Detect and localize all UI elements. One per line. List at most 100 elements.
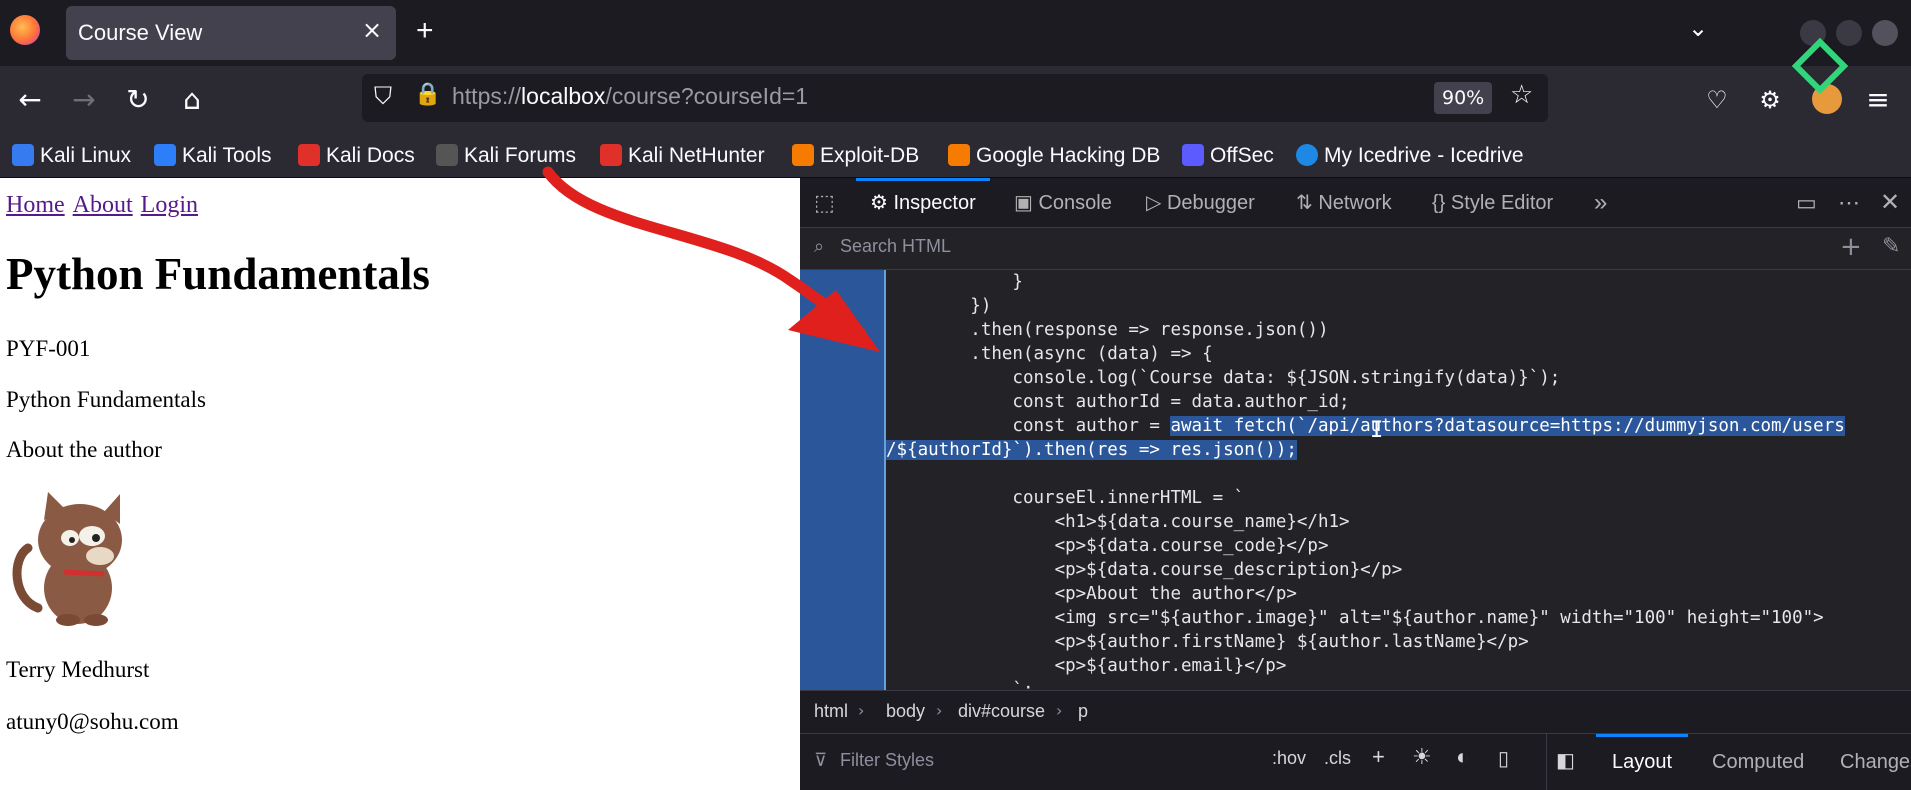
bookmark-kali-forums[interactable]: Kali Forums [436, 142, 576, 170]
back-button[interactable]: ← [10, 80, 50, 120]
tab-strip: Course View × + ⌄ [0, 0, 1911, 66]
print-media-icon[interactable]: ▯ [1498, 746, 1509, 771]
new-tab-button[interactable]: + [416, 14, 434, 48]
filter-styles-input[interactable]: Filter Styles [840, 750, 934, 771]
forward-button[interactable]: → [64, 80, 104, 120]
code-line: .then(response => response.json()) [886, 320, 1329, 340]
code-line: <p>${author.firstName} ${author.lastName… [886, 632, 1529, 652]
console-icon: ▣ [1014, 192, 1039, 214]
code-line: <p>${data.course_code}</p> [886, 536, 1329, 556]
tab-changes[interactable]: Changes [1832, 734, 1911, 790]
overlay-diamond-logo-icon [1792, 38, 1848, 94]
exploit-db-icon [792, 144, 814, 166]
bookmark-label: Kali Tools [182, 144, 272, 167]
url-bar[interactable]: ⛉ 🔒 https://localbox/course?courseId=1 9… [362, 74, 1548, 122]
code-line: .then(async (data) => { [886, 344, 1213, 364]
breadcrumb-body[interactable]: body [886, 701, 925, 722]
tab-style-editor[interactable]: {} Style Editor [1432, 178, 1553, 228]
selected-node-gutter [800, 270, 886, 690]
devtools-toolbar: ⬚ ⚙ Inspector ▣ Console ▷ Debugger ⇅ Net… [800, 178, 1911, 228]
add-rule-icon[interactable]: + [1372, 744, 1385, 770]
tab-close-icon[interactable]: × [358, 16, 386, 48]
pocket-icon[interactable]: ♡ [1697, 80, 1737, 120]
url-scheme: https:// [452, 83, 522, 109]
code-line: } [886, 272, 1023, 292]
list-all-tabs-icon[interactable]: ⌄ [1688, 14, 1708, 42]
bookmark-label: Kali Docs [326, 144, 415, 167]
breadcrumb-div-course[interactable]: div#course [958, 701, 1045, 722]
bookmark-label: My Icedrive - Icedrive [1324, 144, 1524, 167]
tab-inspector[interactable]: ⚙ Inspector [856, 178, 990, 228]
bookmark-kali-linux[interactable]: Kali Linux [12, 142, 131, 170]
bookmark-kali-tools[interactable]: Kali Tools [154, 142, 272, 170]
bookmark-star-icon[interactable]: ☆ [1510, 80, 1533, 110]
kali-forums-icon [436, 144, 458, 166]
firefox-logo-icon[interactable] [10, 15, 40, 45]
add-node-icon[interactable]: + [1840, 232, 1862, 262]
tab-title: Course View [78, 20, 203, 45]
search-icon: ⌕ [814, 236, 825, 257]
bookmark-icedrive[interactable]: My Icedrive - Icedrive [1296, 142, 1524, 170]
tab-course-view[interactable]: Course View × [66, 6, 396, 60]
window-close-button[interactable] [1872, 20, 1898, 46]
selected-code[interactable]: await fetch(`/api/authors?datasource=htt… [1170, 416, 1845, 436]
home-button[interactable]: ⌂ [172, 80, 212, 120]
tab-console[interactable]: ▣ Console [1014, 178, 1112, 228]
nav-link-about[interactable]: About [73, 192, 133, 218]
hover-state-toggle[interactable]: :hov [1272, 748, 1306, 769]
extensions-icon[interactable]: ⚙ [1750, 80, 1790, 120]
bookmark-label: Kali Linux [40, 144, 132, 167]
tab-computed[interactable]: Computed [1704, 734, 1812, 790]
bookmark-exploit-db[interactable]: Exploit-DB [792, 142, 919, 170]
html-search-input[interactable]: Search HTML [840, 236, 951, 257]
kali-linux-icon [12, 144, 34, 166]
zoom-level-badge[interactable]: 90% [1434, 82, 1493, 114]
bookmark-google-hacking-db[interactable]: Google Hacking DB [948, 142, 1160, 170]
bookmark-kali-nethunter[interactable]: Kali NetHunter [600, 142, 765, 170]
element-picker-icon[interactable]: ⬚ [814, 178, 835, 228]
markup-view[interactable]: } }) .then(response => response.json()) … [800, 270, 1911, 690]
tab-debugger[interactable]: ▷ Debugger [1146, 178, 1255, 228]
tab-layout[interactable]: Layout [1596, 734, 1689, 790]
selected-code[interactable]: /${authorId}`).then(res => res.json()); [886, 440, 1297, 460]
divider [1546, 734, 1547, 790]
devtools-close-icon[interactable]: ✕ [1880, 178, 1900, 228]
bookmark-kali-docs[interactable]: Kali Docs [298, 142, 415, 170]
tab-label: Network [1318, 192, 1392, 214]
code-text: const author = [886, 416, 1171, 436]
nav-link-login[interactable]: Login [141, 192, 198, 218]
dark-scheme-icon[interactable]: ◐ [1456, 744, 1469, 770]
eyedropper-icon[interactable]: ✎ [1882, 234, 1900, 259]
more-tabs-icon[interactable]: » [1594, 178, 1607, 228]
lock-icon[interactable]: 🔒 [414, 82, 441, 107]
browser-window: Course View × + ⌄ ← → ↻ ⌂ ⛉ 🔒 https://lo… [0, 0, 1911, 790]
tab-network[interactable]: ⇅ Network [1296, 178, 1392, 228]
app-menu-icon[interactable]: ≡ [1858, 80, 1898, 120]
code-line: `; [886, 680, 1034, 690]
author-email: atuny0@sohu.com [6, 709, 179, 734]
class-toggle[interactable]: .cls [1324, 748, 1351, 769]
code-line: const authorId = data.author_id; [886, 392, 1350, 412]
light-scheme-icon[interactable]: ☀ [1412, 744, 1432, 770]
toggle-sidebar-icon[interactable]: ◧ [1556, 748, 1575, 773]
chevron-right-icon: › [936, 701, 943, 720]
tab-label: Debugger [1166, 192, 1255, 214]
code-line: <p>${author.email}</p> [886, 656, 1287, 676]
bookmark-offsec[interactable]: OffSec [1182, 142, 1274, 170]
bookmark-label: Kali NetHunter [628, 144, 765, 167]
kali-tools-icon [154, 144, 176, 166]
code-line-author: const author = await fetch(`/api/authors… [886, 414, 1845, 438]
devtools-menu-icon[interactable]: ⋯ [1838, 178, 1860, 228]
tracking-protection-shield-icon[interactable]: ⛉ [374, 82, 392, 110]
breadcrumb-html[interactable]: html [814, 701, 848, 722]
nav-link-home[interactable]: Home [6, 192, 65, 218]
reload-button[interactable]: ↻ [118, 80, 158, 120]
html-search-bar[interactable]: ⌕ Search HTML + ✎ [800, 228, 1911, 270]
site-nav: Home About Login [6, 192, 206, 219]
code-line: console.log(`Course data: ${JSON.stringi… [886, 368, 1561, 388]
url-text[interactable]: https://localbox/course?courseId=1 [452, 83, 808, 110]
bookmark-label: OffSec [1210, 144, 1274, 167]
dock-side-icon[interactable]: ▭ [1796, 178, 1817, 228]
breadcrumb-p[interactable]: p [1078, 701, 1088, 722]
course-description: Python Fundamentals [6, 387, 206, 412]
